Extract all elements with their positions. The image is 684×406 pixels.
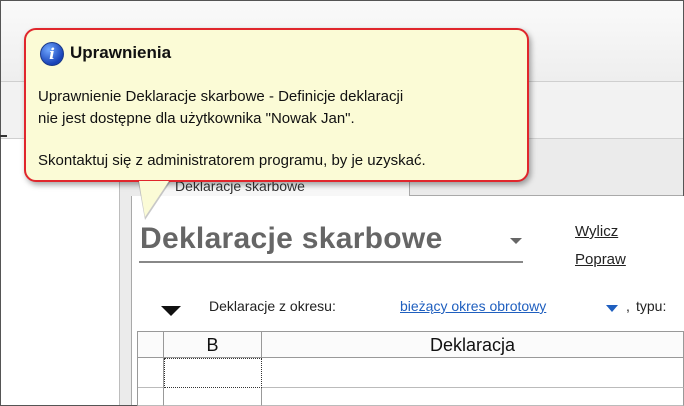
period-filter-label: Deklaracje z okresu:	[209, 298, 336, 314]
page-title[interactable]: Deklaracje skarbowe	[140, 222, 443, 256]
chevron-down-icon[interactable]	[510, 238, 522, 244]
tooltip-tail	[139, 181, 169, 217]
tooltip-message-line-1: Uprawnienie Deklaracje skarbowe - Defini…	[38, 88, 404, 105]
table-cell[interactable]	[164, 388, 262, 406]
declarations-grid: B Deklaracja	[137, 331, 684, 406]
wylicz-link[interactable]: Wylicz	[575, 223, 618, 240]
panel-marker	[0, 135, 7, 137]
filter-toggle-icon[interactable]	[161, 306, 181, 316]
filter-separator: ,	[626, 298, 630, 314]
row-indicator[interactable]	[138, 358, 164, 388]
grid-row-header	[138, 332, 164, 358]
tooltip-message-line-2: nie jest dostępne dla użytkownika "Nowak…	[38, 110, 355, 127]
chevron-down-icon[interactable]	[606, 305, 618, 312]
tooltip-message-line-3: Skontaktuj się z administratorem program…	[38, 152, 426, 169]
table-cell[interactable]	[262, 358, 684, 388]
info-icon: i	[40, 42, 64, 66]
period-filter-dropdown[interactable]: bieżący okres obrotowy	[400, 298, 546, 314]
row-indicator[interactable]	[138, 388, 164, 406]
column-header-deklaracja[interactable]: Deklaracja	[262, 332, 684, 358]
popraw-link[interactable]: Popraw	[575, 251, 626, 268]
column-header-b[interactable]: B	[164, 332, 262, 358]
table-cell-selected[interactable]	[164, 358, 262, 388]
tooltip-title: Uprawnienia	[70, 43, 172, 62]
page-title-underline	[139, 261, 523, 263]
type-filter-label: typu:	[636, 298, 667, 314]
table-cell[interactable]	[262, 388, 684, 406]
